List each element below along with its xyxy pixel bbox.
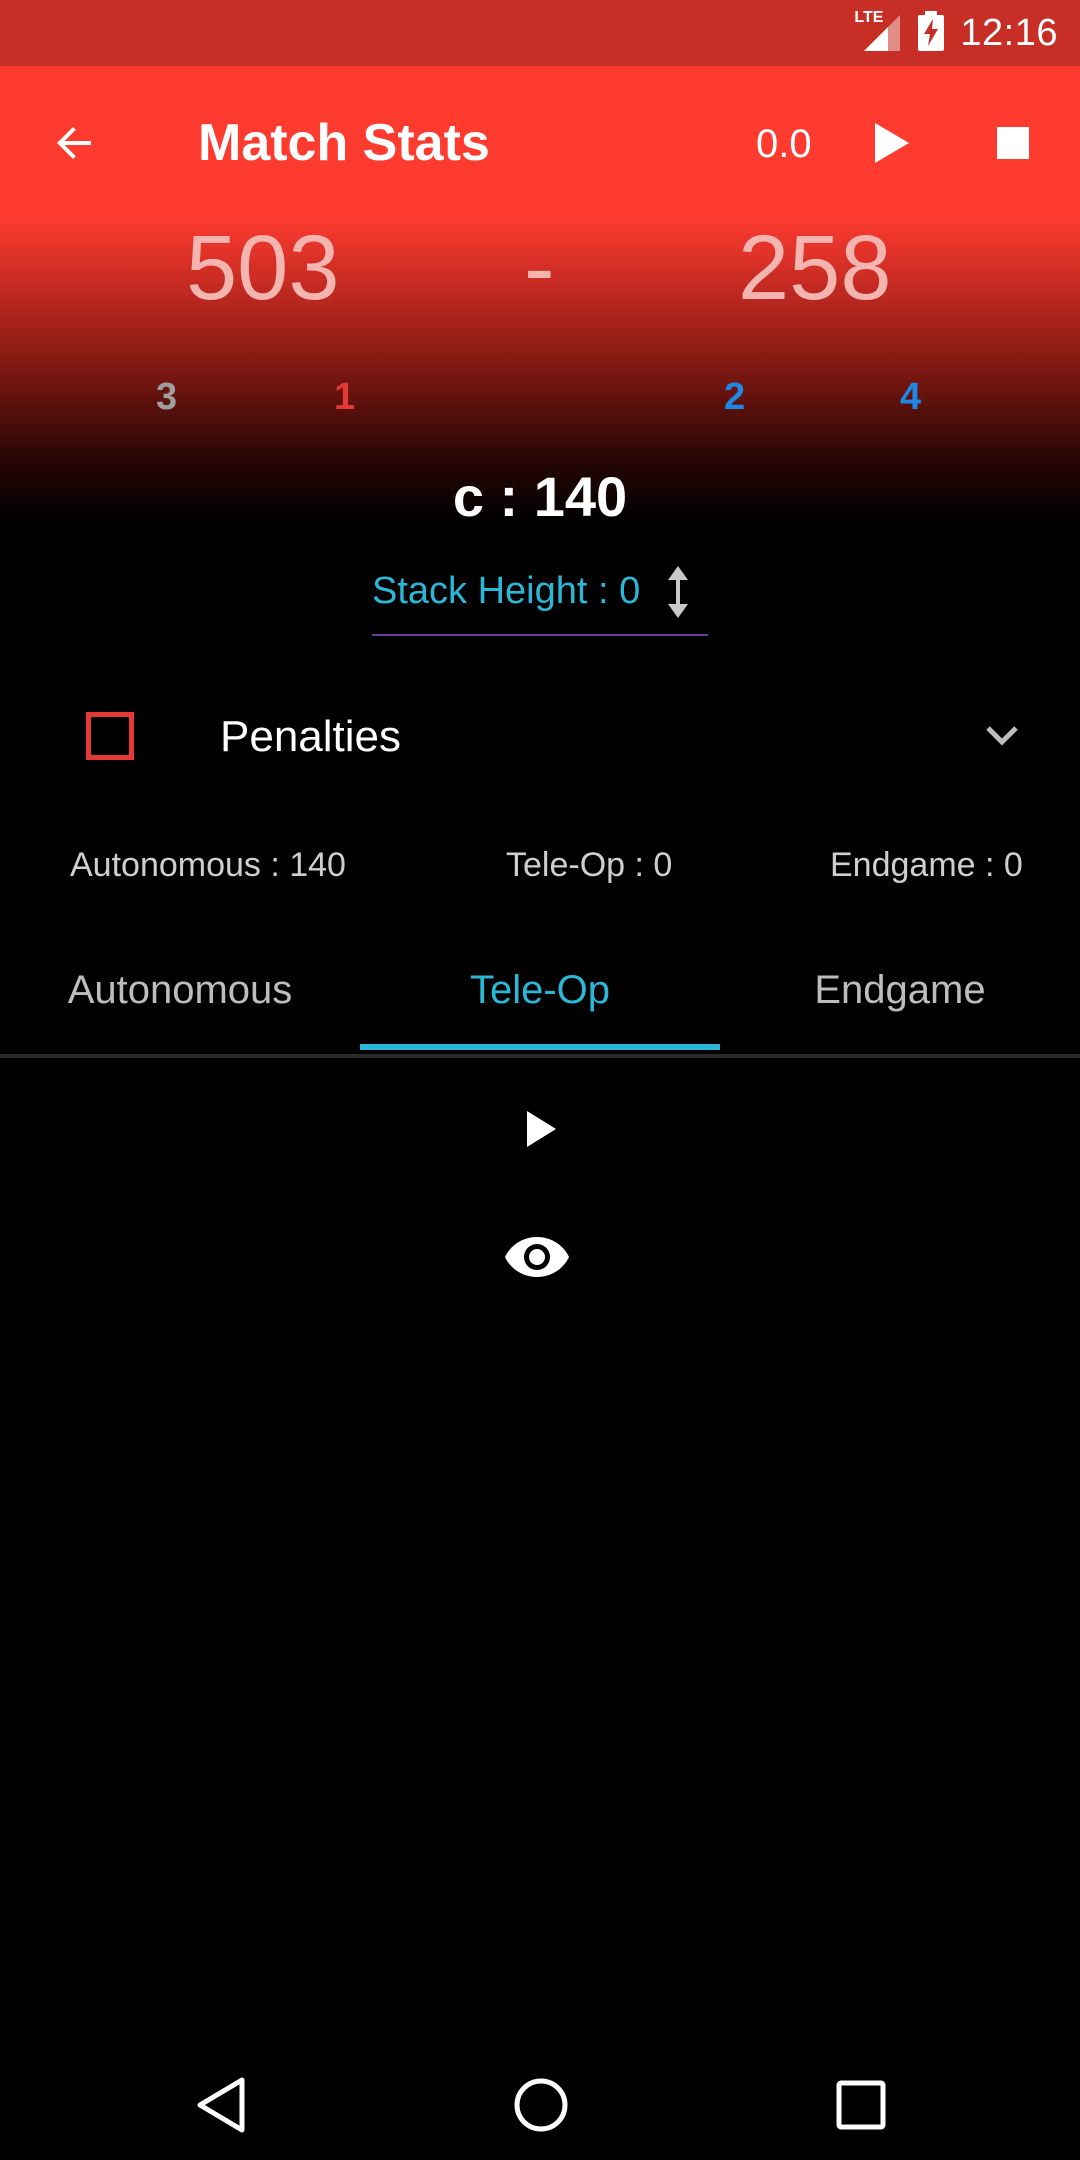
eye-icon: [505, 1237, 569, 1277]
blue-score: 258: [738, 217, 892, 319]
nav-back-button[interactable]: [186, 2070, 256, 2140]
penalties-checkbox[interactable]: [86, 712, 134, 760]
penalties-label: Penalties: [220, 712, 402, 761]
back-button[interactable]: [42, 110, 108, 176]
content-play-button[interactable]: [510, 1098, 572, 1160]
lte-signal-icon: LTE: [854, 9, 902, 53]
blue-team-1: 2: [724, 376, 746, 418]
toolbar: Match Stats 0.0: [0, 66, 1080, 220]
timer-readout: 0.0: [756, 122, 812, 166]
red-score: 503: [186, 217, 340, 319]
vertical-arrows-icon: [666, 564, 690, 625]
status-time: 12:16: [960, 11, 1058, 54]
battery-charging-icon: [918, 10, 945, 56]
stack-height-label: Stack Height : 0: [372, 570, 641, 612]
page-title: Match Stats: [198, 114, 490, 172]
stack-height-selector[interactable]: Stack Height : 0: [372, 558, 708, 636]
stop-button[interactable]: [982, 112, 1044, 174]
red-team-2: 1: [334, 376, 356, 418]
match-header: Match Stats 0.0 503 - 258 3 1 2 4: [0, 66, 1080, 520]
triangle-back-icon: [197, 2077, 245, 2133]
circle-home-icon: [514, 2078, 568, 2132]
chevron-down-icon[interactable]: [982, 716, 1022, 761]
teleop-summary: Tele-Op : 0: [506, 846, 673, 884]
centre-stat: c : 140: [452, 465, 628, 528]
play-icon: [875, 123, 909, 163]
endgame-summary: Endgame : 0: [830, 846, 1023, 884]
visibility-toggle[interactable]: [504, 1234, 576, 1284]
nav-recents-button[interactable]: [826, 2070, 896, 2140]
status-bar: LTE 12:16: [0, 0, 1080, 66]
blue-team-2: 4: [900, 376, 922, 418]
period-tabs: Autonomous Tele-Op Endgame: [0, 926, 1080, 1058]
tab-teleop[interactable]: Tele-Op: [360, 926, 720, 1054]
penalties-row[interactable]: Penalties: [0, 690, 1080, 782]
autonomous-summary: Autonomous : 140: [70, 846, 346, 884]
arrow-left-icon: [57, 127, 91, 159]
active-tab-indicator: [360, 1044, 720, 1050]
play-icon: [527, 1111, 556, 1147]
score-separator: -: [524, 217, 555, 319]
status-icons: LTE 12:16: [854, 0, 1058, 66]
navigation-bar: [0, 2040, 1080, 2160]
nav-home-button[interactable]: [506, 2070, 576, 2140]
stop-icon: [997, 127, 1029, 159]
play-button[interactable]: [860, 112, 922, 174]
tab-autonomous[interactable]: Autonomous: [0, 926, 360, 1054]
square-recents-icon: [836, 2080, 886, 2130]
red-team-1: 3: [156, 376, 178, 418]
tab-endgame[interactable]: Endgame: [720, 926, 1080, 1054]
